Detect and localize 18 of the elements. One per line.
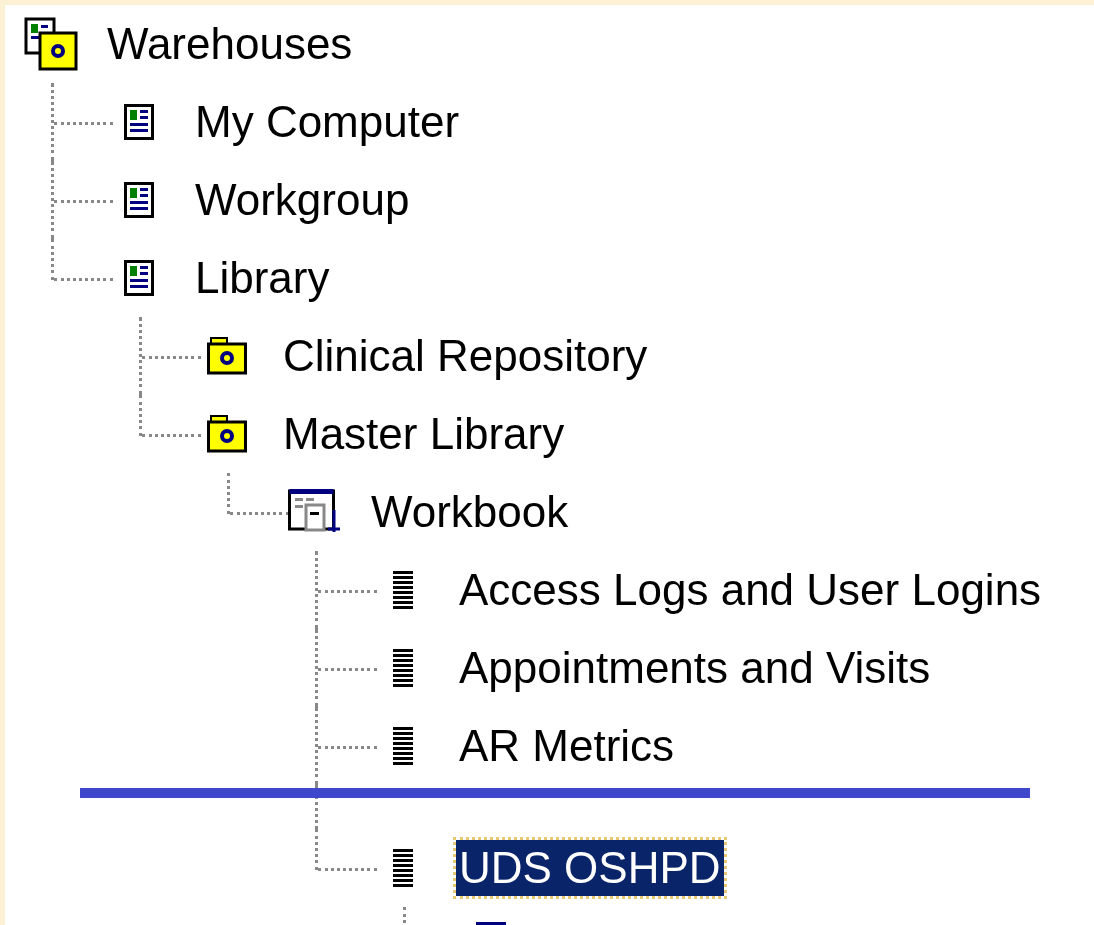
tree-item[interactable]: My Computer <box>192 94 463 150</box>
warehouse-icon <box>24 17 78 71</box>
tree-item[interactable]: Workgroup <box>192 172 413 228</box>
folder-icon <box>207 415 247 453</box>
tree-item[interactable]: Warehouses <box>104 16 356 72</box>
list-icon <box>392 725 414 767</box>
tree-item[interactable]: Master Library <box>280 406 568 462</box>
tree-item[interactable]: UDS OSHPD <box>456 840 724 896</box>
list-icon <box>392 647 414 689</box>
tree-item[interactable]: Library <box>192 250 333 306</box>
tree-item[interactable]: Workbook <box>368 484 572 540</box>
folder-icon <box>207 337 247 375</box>
tree-item[interactable]: Access Logs and User Logins <box>456 562 1045 618</box>
tree-item[interactable]: Appointments and Visits <box>456 640 934 696</box>
list-icon <box>392 569 414 611</box>
tree-item[interactable]: Clinical Repository <box>280 328 651 384</box>
tree-item[interactable]: AR Metrics <box>456 718 678 774</box>
list-icon <box>392 847 414 889</box>
